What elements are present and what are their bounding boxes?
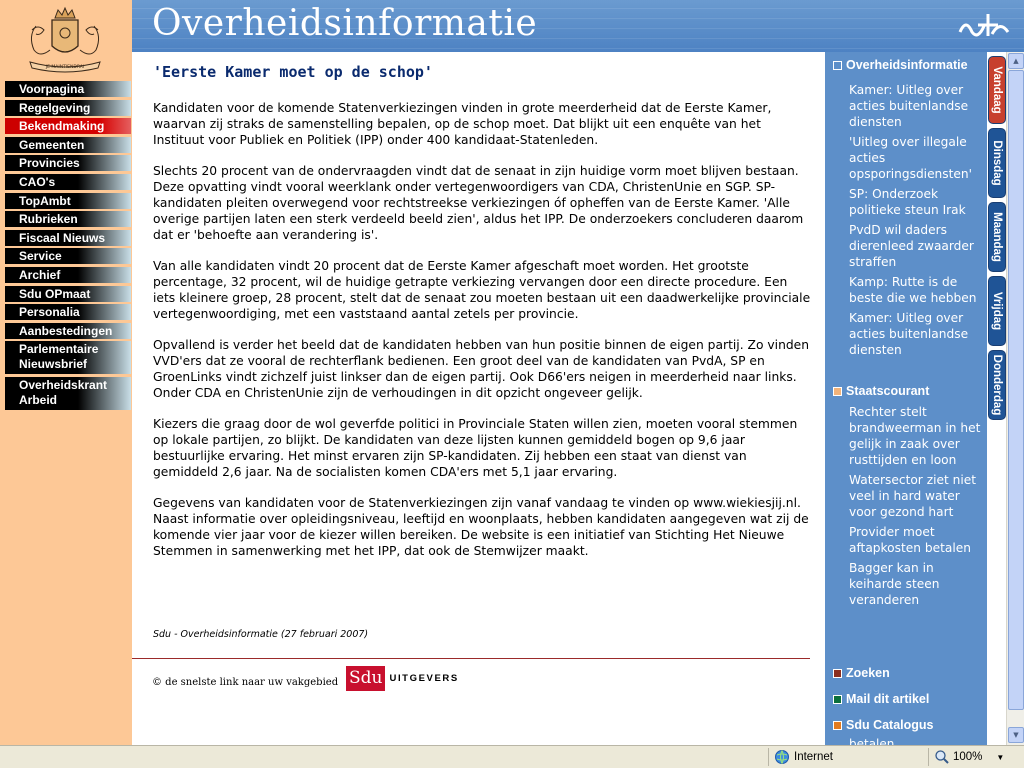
sidebar-link[interactable]: Watersector ziet niet veel in hard water… bbox=[849, 472, 985, 520]
sdu-logo-text: UITGEVERS bbox=[389, 673, 459, 684]
nav-gemeenten[interactable]: Gemeenten bbox=[5, 136, 131, 153]
square-bullet-icon bbox=[833, 668, 842, 678]
sidebar-zoeken[interactable]: Zoeken bbox=[833, 666, 890, 680]
scroll-up-arrow-icon[interactable]: ▲ bbox=[1008, 53, 1024, 69]
zoom-level[interactable]: 100% ▼ bbox=[934, 749, 1004, 765]
nav-bekendmaking[interactable]: Bekendmaking bbox=[5, 118, 131, 135]
sidebar-sdu-catalogus[interactable]: Sdu Catalogus bbox=[833, 718, 934, 732]
globe-icon bbox=[775, 750, 789, 764]
tab-vandaag[interactable]: Vandaag bbox=[988, 56, 1006, 124]
staatscourant-links: Rechter stelt brandweerman in het gelijk… bbox=[849, 404, 985, 612]
nav-regelgeving[interactable]: Regelgeving bbox=[5, 99, 131, 116]
nav-voorpagina[interactable]: Voorpagina bbox=[5, 81, 131, 97]
sidebar-link[interactable]: PvdD wil daders dierenleed zwaarder stra… bbox=[849, 222, 985, 270]
sidebar-link[interactable]: Kamp: Rutte is de beste die we hebben bbox=[849, 274, 985, 306]
nav-caos[interactable]: CAO's bbox=[5, 173, 131, 190]
article-paragraph: Van alle kandidaten vindt 20 procent dat… bbox=[153, 259, 811, 321]
nav-parlementaire-nieuwsbrief[interactable]: Parlementaire Nieuwsbrief bbox=[5, 341, 131, 375]
tab-dinsdag[interactable]: Dinsdag bbox=[988, 128, 1006, 198]
site-header: Overheidsinformatie bbox=[132, 0, 1024, 52]
sidebar-link[interactable]: Bagger kan in keiharde steen veranderen bbox=[849, 560, 985, 608]
right-sidebar: Overheidsinformatie Kamer: Uitleg over a… bbox=[825, 52, 987, 745]
nav-personalia[interactable]: Personalia bbox=[5, 304, 131, 321]
sdu-mark-icon bbox=[958, 14, 1010, 37]
day-tabs: Vandaag Dinsdag Maandag Vrijdag Donderda… bbox=[987, 52, 1006, 745]
overheidsinformatie-links: Kamer: Uitleg over acties buitenlandse d… bbox=[849, 82, 985, 362]
nav-service[interactable]: Service bbox=[5, 248, 131, 265]
sidebar-mail-dit-artikel[interactable]: Mail dit artikel bbox=[833, 692, 929, 706]
nav-sdu-opmaat[interactable]: Sdu OPmaat bbox=[5, 285, 131, 302]
zoom-dropdown-arrow-icon[interactable]: ▼ bbox=[996, 753, 1004, 762]
sdu-logo-box: Sdu bbox=[346, 666, 386, 691]
article-area: 'Eerste Kamer moet op de schop' Kandidat… bbox=[132, 52, 825, 745]
article-title: 'Eerste Kamer moet op de schop' bbox=[153, 63, 433, 81]
main-navigation: Voorpagina Regelgeving Bekendmaking Geme… bbox=[5, 81, 131, 413]
browser-status-bar: Internet 100% ▼ bbox=[0, 745, 1024, 768]
nav-archief[interactable]: Archief bbox=[5, 266, 131, 283]
sidebar-link[interactable]: Kamer: Uitleg over acties buitenlandse d… bbox=[849, 310, 985, 358]
sidebar-link[interactable]: Rechter stelt brandweerman in het gelijk… bbox=[849, 404, 985, 468]
tab-donderdag[interactable]: Donderdag bbox=[988, 350, 1006, 420]
nav-aanbestedingen[interactable]: Aanbestedingen bbox=[5, 322, 131, 339]
security-zone-label: Internet bbox=[794, 751, 833, 763]
zoom-label: 100% bbox=[953, 751, 983, 763]
nav-provincies[interactable]: Provincies bbox=[5, 155, 131, 172]
tab-vrijdag[interactable]: Vrijdag bbox=[988, 276, 1006, 346]
tab-maandag[interactable]: Maandag bbox=[988, 202, 1006, 272]
footer-divider bbox=[132, 658, 810, 659]
square-bullet-icon bbox=[833, 386, 842, 396]
article-paragraph: Opvallend is verder het beeld dat de kan… bbox=[153, 338, 810, 400]
nav-topambt[interactable]: TopAmbt bbox=[5, 192, 131, 209]
article-paragraph: Gegevens van kandidaten voor de Statenve… bbox=[153, 496, 809, 558]
sidebar-link[interactable]: 'Uitleg over illegale acties opsporingsd… bbox=[849, 134, 985, 182]
article-paragraph: Slechts 20 procent van de ondervraagden … bbox=[153, 164, 804, 242]
security-zone[interactable]: Internet bbox=[774, 749, 833, 765]
sidebar-link[interactable]: SP: Onderzoek politieke steun Irak bbox=[849, 186, 985, 218]
vertical-scrollbar[interactable]: ▲ ▼ bbox=[1006, 52, 1024, 745]
square-bullet-icon bbox=[833, 60, 842, 70]
sidebar-link[interactable]: Provider moet aftapkosten betalen bbox=[849, 524, 985, 556]
scroll-down-arrow-icon[interactable]: ▼ bbox=[1008, 727, 1024, 743]
coat-of-arms-logo[interactable]: JE MAINTIENDRAI bbox=[22, 6, 108, 76]
nav-fiscaal-nieuws[interactable]: Fiscaal Nieuws bbox=[5, 229, 131, 246]
scrollbar-thumb[interactable] bbox=[1008, 70, 1024, 710]
sidebar-heading-staatscourant[interactable]: Staatscourant bbox=[833, 384, 929, 398]
nav-overheidskrant-arbeid[interactable]: Overheidskrant Arbeid bbox=[5, 376, 131, 410]
article-source: Sdu - Overheidsinformatie (27 februari 2… bbox=[153, 629, 369, 640]
site-title: Overheidsinformatie bbox=[152, 3, 538, 44]
square-bullet-icon bbox=[833, 720, 842, 730]
square-bullet-icon bbox=[833, 694, 842, 704]
magnifier-icon bbox=[935, 750, 949, 764]
sidebar-heading-overheidsinformatie[interactable]: Overheidsinformatie bbox=[833, 58, 968, 72]
footer-copyright: © de snelste link naar uw vakgebied bbox=[152, 677, 339, 688]
nav-rubrieken[interactable]: Rubrieken bbox=[5, 211, 131, 228]
sidebar-link[interactable]: Kamer: Uitleg over acties buitenlandse d… bbox=[849, 82, 985, 130]
article-body: Kandidaten voor de komende Statenverkiez… bbox=[153, 100, 813, 574]
sdu-uitgevers-logo[interactable]: Sdu UITGEVERS bbox=[346, 666, 459, 691]
left-navigation-column: JE MAINTIENDRAI Voorpagina Regelgeving B… bbox=[0, 0, 132, 745]
svg-text:JE MAINTIENDRAI: JE MAINTIENDRAI bbox=[45, 64, 84, 70]
article-paragraph: Kandidaten voor de komende Statenverkiez… bbox=[153, 101, 772, 147]
sidebar-catalogus-sub[interactable]: betalen bbox=[849, 736, 894, 745]
article-paragraph: Kiezers die graag door de wol geverfde p… bbox=[153, 417, 798, 479]
